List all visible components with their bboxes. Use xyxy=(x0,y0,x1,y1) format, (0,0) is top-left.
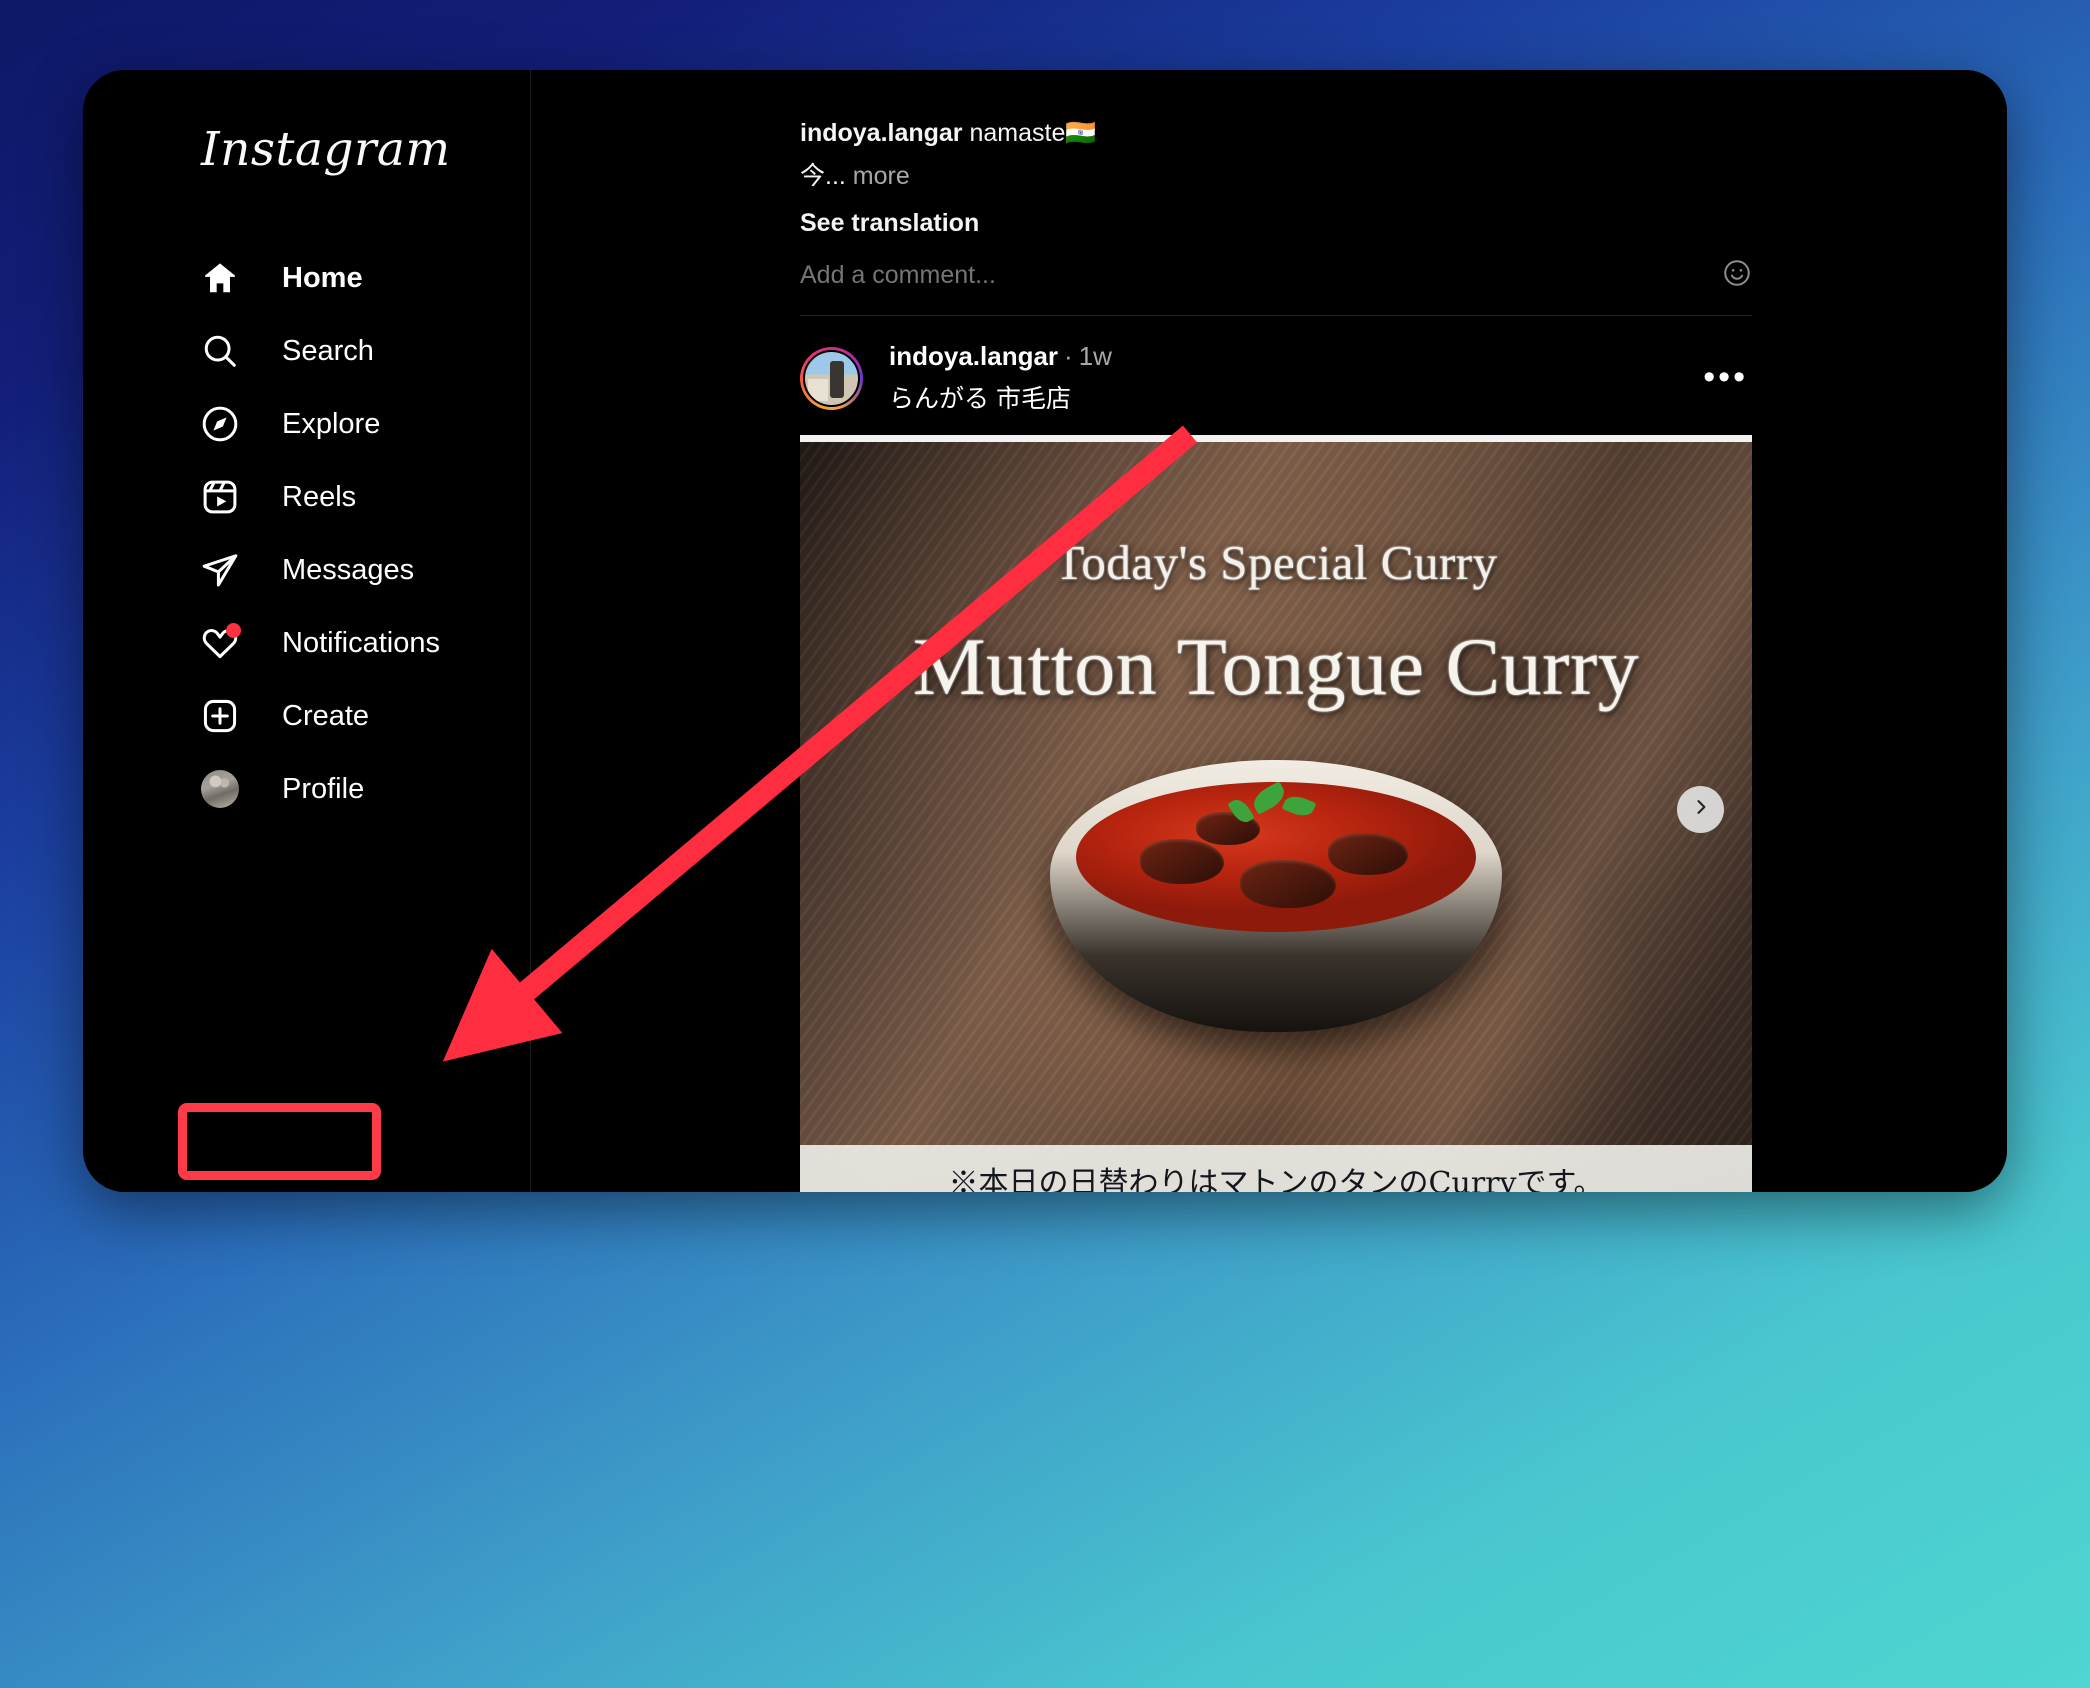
media-caption-line: ※本日の日替わりはマトンのタンのCurryです。 xyxy=(948,1166,1604,1192)
media-caption-overlay: ※本日の日替わりはマトンのタンのCurryです。 単品、又は2curryプレート… xyxy=(800,1145,1752,1192)
profile-avatar xyxy=(199,768,241,810)
clipped-text-row xyxy=(800,86,1752,108)
curry-bowl-illustration xyxy=(1050,760,1502,1033)
heart-icon xyxy=(199,622,241,664)
sidebar: Instagram Home Search Explore Reels Mess… xyxy=(83,70,531,1192)
sidebar-item-label: Notifications xyxy=(282,626,440,659)
app-window: Instagram Home Search Explore Reels Mess… xyxy=(83,70,2007,1192)
avatar xyxy=(803,349,860,407)
post-user-line: indoya.langar · 1w xyxy=(889,341,1112,372)
previous-post-more-row: 今... more xyxy=(800,156,1752,192)
sidebar-item-messages[interactable]: Messages xyxy=(83,539,530,601)
sidebar-item-notifications[interactable]: Notifications xyxy=(83,612,530,674)
paper-plane-icon xyxy=(199,549,241,591)
sidebar-item-label: Reels xyxy=(282,480,357,513)
post-location[interactable]: らんがる 市毛店 xyxy=(889,379,1112,415)
story-ring-avatar[interactable] xyxy=(800,346,863,410)
comment-input[interactable] xyxy=(800,261,1722,291)
post-header: indoya.langar · 1w らんがる 市毛店 ••• xyxy=(800,316,1752,435)
previous-post-tail: indoya.langar namaste🇮🇳 今... more See tr… xyxy=(800,70,1752,317)
feed-column: indoya.langar namaste🇮🇳 今... more See tr… xyxy=(800,70,1752,1192)
sidebar-item-label: Explore xyxy=(282,407,381,440)
previous-post-username[interactable]: indoya.langar xyxy=(800,119,963,147)
chevron-right-icon xyxy=(1691,797,1711,822)
post-header-text: indoya.langar · 1w らんがる 市毛店 xyxy=(889,341,1112,415)
comment-row xyxy=(800,258,1752,315)
profile-highlight-box xyxy=(178,1103,381,1180)
home-icon xyxy=(199,257,241,299)
previous-post-caption-second-line: 今... xyxy=(800,162,846,191)
avatar xyxy=(201,770,239,808)
media-overline-text: Today's Special Curry xyxy=(1054,535,1498,591)
post: indoya.langar · 1w らんがる 市毛店 ••• Today's Sp… xyxy=(800,316,1752,1192)
sidebar-item-profile[interactable]: Profile xyxy=(83,758,530,820)
notification-badge-dot xyxy=(226,623,241,638)
sidebar-item-reels[interactable]: Reels xyxy=(83,466,530,528)
sidebar-nav: Home Search Explore Reels Messages Notif… xyxy=(83,236,530,831)
see-translation-link[interactable]: See translation xyxy=(800,209,1752,238)
post-username[interactable]: indoya.langar xyxy=(889,341,1058,371)
compass-icon xyxy=(199,403,241,445)
sidebar-item-label: Messages xyxy=(282,553,415,586)
instagram-logo[interactable]: Instagram xyxy=(201,122,451,177)
sidebar-item-search[interactable]: Search xyxy=(83,320,530,382)
previous-post-caption: indoya.langar namaste🇮🇳 xyxy=(800,117,1752,150)
post-separator: · xyxy=(1064,341,1073,372)
sidebar-item-label: Search xyxy=(282,334,374,367)
sidebar-item-label: Home xyxy=(282,261,363,294)
sidebar-item-home[interactable]: Home xyxy=(83,247,530,309)
previous-post-caption-text: namaste🇮🇳 xyxy=(969,119,1097,147)
post-options-button[interactable]: ••• xyxy=(1703,360,1748,394)
post-timestamp[interactable]: 1w xyxy=(1079,341,1112,371)
feed-container: indoya.langar namaste🇮🇳 今... more See tr… xyxy=(531,70,2007,1192)
plus-square-icon xyxy=(199,695,241,737)
reels-icon xyxy=(199,476,241,518)
sidebar-item-label: Create xyxy=(282,699,370,732)
sidebar-item-create[interactable]: Create xyxy=(83,685,530,747)
sidebar-item-explore[interactable]: Explore xyxy=(83,393,530,455)
more-link[interactable]: more xyxy=(853,162,910,190)
search-icon xyxy=(199,330,241,372)
sidebar-item-label: Profile xyxy=(282,772,365,805)
post-media[interactable]: Today's Special Curry Mutton Tongue Curr… xyxy=(800,435,1752,1192)
smiley-icon[interactable] xyxy=(1722,258,1752,293)
media-title-text: Mutton Tongue Curry xyxy=(912,621,1640,713)
